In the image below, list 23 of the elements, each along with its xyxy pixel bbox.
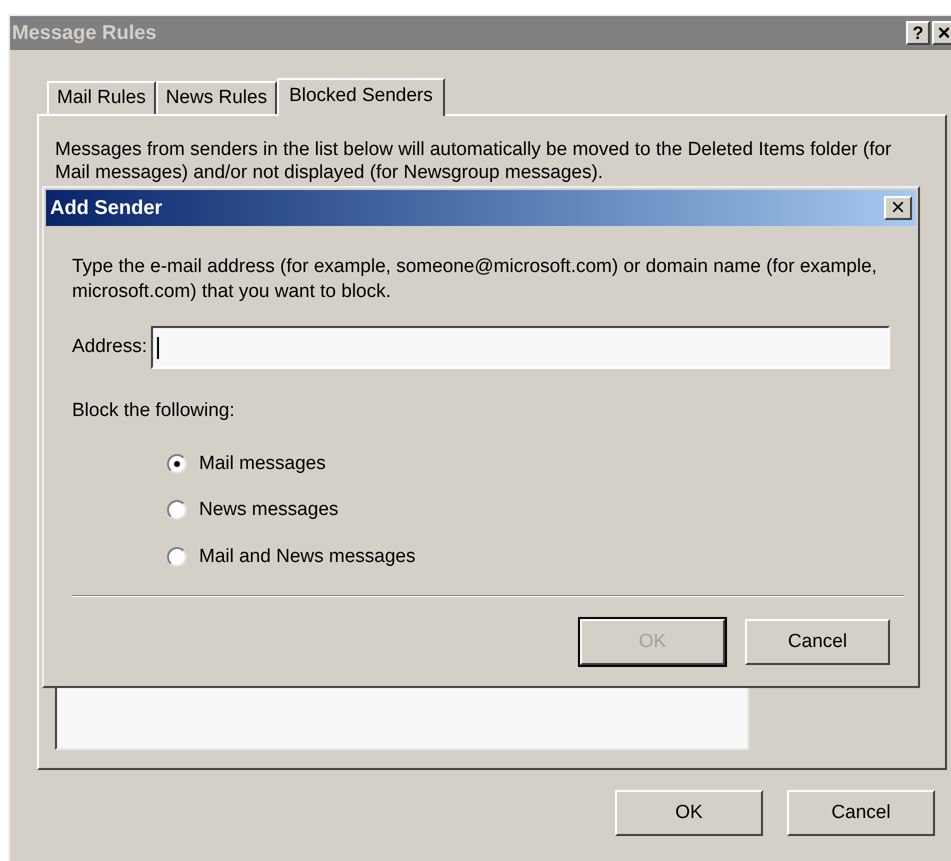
close-button[interactable]: ×	[884, 196, 912, 220]
radio-button[interactable]	[167, 454, 187, 474]
tab[interactable]: Mail Rules	[47, 81, 156, 114]
radio-label: Mail messages	[199, 452, 326, 476]
close-button[interactable]: ×	[932, 21, 951, 45]
tab[interactable]: Blocked Senders	[277, 78, 445, 116]
address-label: Address:	[72, 335, 147, 360]
radio-button[interactable]	[167, 546, 187, 567]
radio-label: News messages	[199, 498, 338, 522]
radio-label: Mail and News messages	[199, 544, 416, 568]
dialog-button[interactable]: Cancel	[787, 790, 935, 836]
help-button[interactable]: ?	[906, 21, 930, 45]
text-cursor-icon	[156, 336, 159, 358]
window-title: Message Rules	[12, 21, 157, 46]
tab[interactable]: News Rules	[156, 81, 278, 114]
description-text: Messages from senders in the list below will automatically be moved to the Deleted Items folder (for Mail messages) and/or not displayed (for Newsgroup messages).	[55, 138, 892, 184]
dialog-button[interactable]: OK	[615, 790, 763, 836]
block-label: Block the following:	[72, 399, 236, 423]
address-field[interactable]	[150, 326, 890, 369]
radio-button[interactable]	[167, 500, 187, 520]
dialog-button[interactable]: Cancel	[745, 619, 890, 665]
instructions-text: Type the e-mail address (for example, someone@microsoft.com) or domain name (for example, microsoft.com) that you want to block.	[72, 255, 878, 304]
dialog-title: Add Sender	[50, 196, 162, 221]
